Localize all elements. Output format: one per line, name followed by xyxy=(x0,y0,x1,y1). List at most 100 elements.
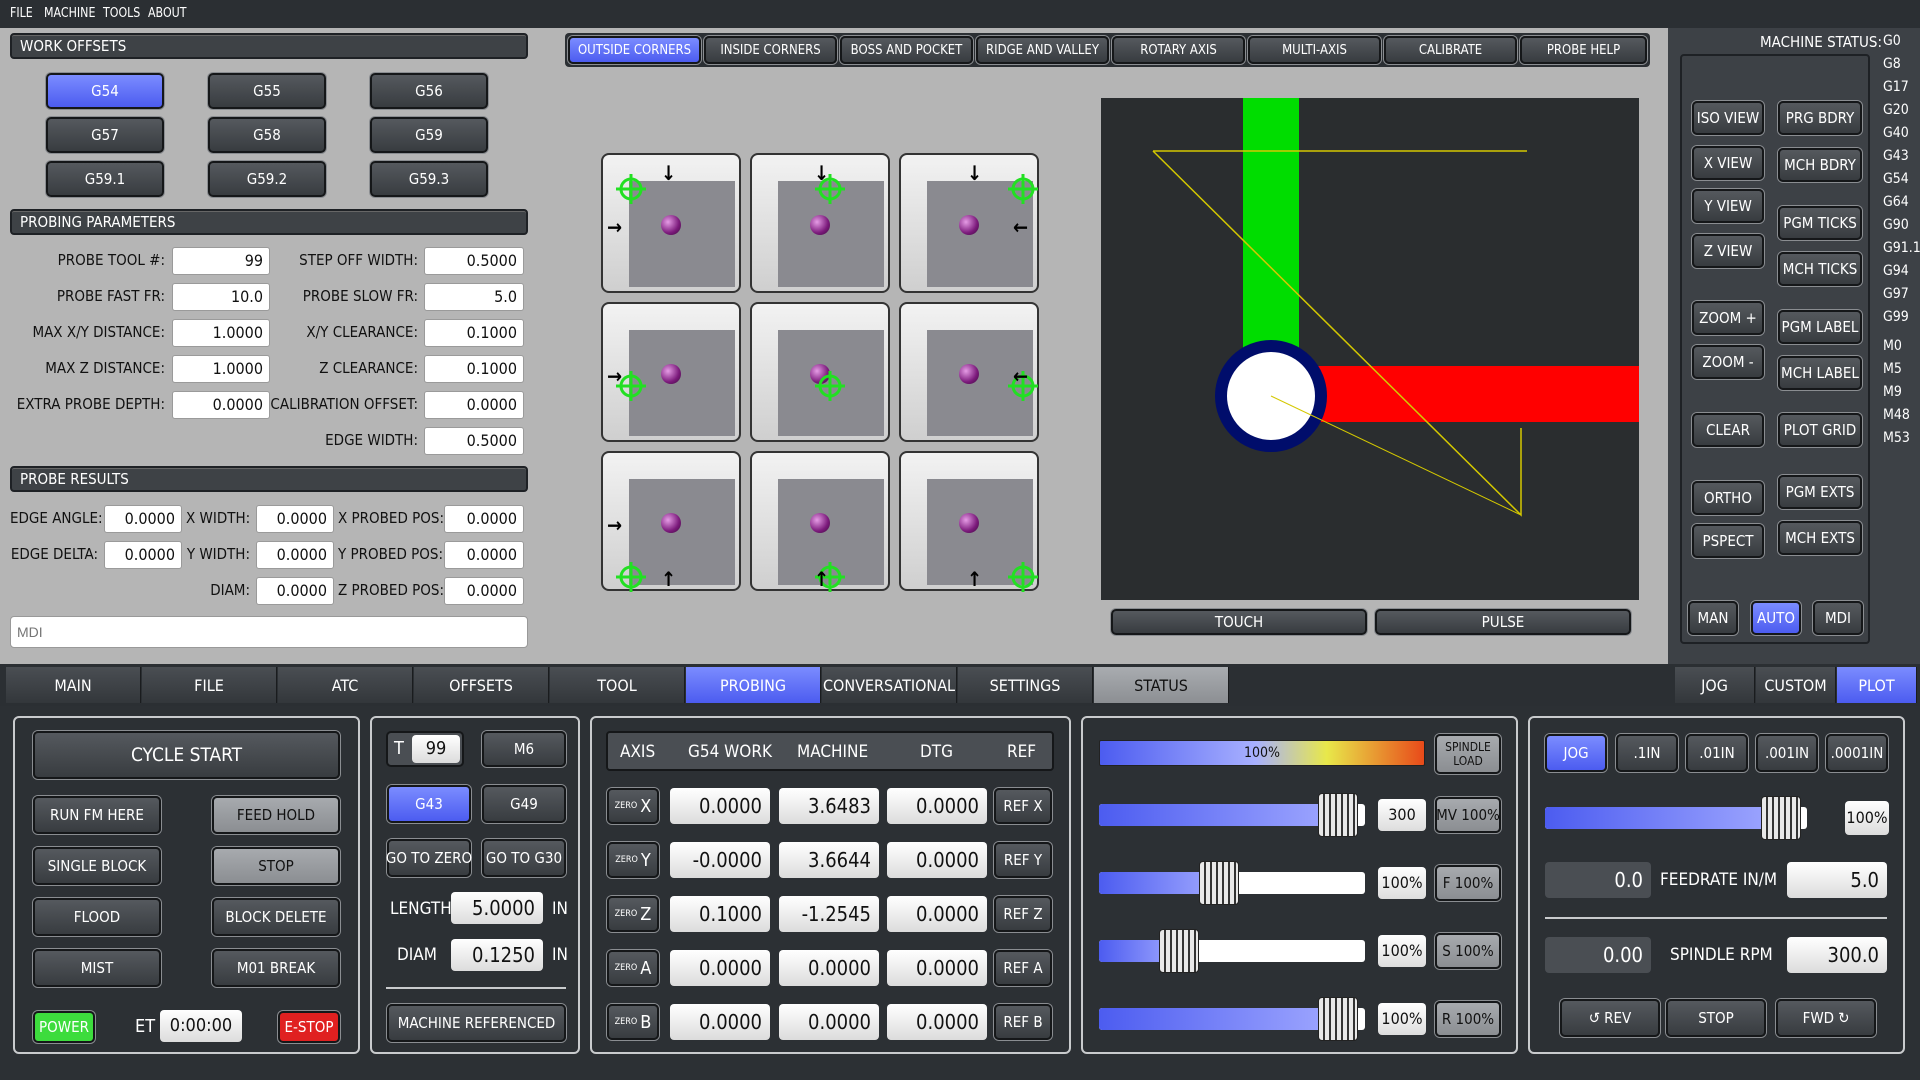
mdi-input[interactable] xyxy=(10,616,528,648)
g59-button[interactable]: G59 xyxy=(370,117,488,153)
zoom-out-button[interactable]: ZOOM - xyxy=(1692,345,1764,379)
work-z-field[interactable]: 0.1000 xyxy=(670,896,770,932)
cycle-start-button[interactable]: CYCLE START xyxy=(33,731,340,779)
auto-mode-button[interactable]: AUTO xyxy=(1751,601,1801,635)
jog-speed-handle[interactable] xyxy=(1760,796,1801,840)
ortho-button[interactable]: ORTHO xyxy=(1692,481,1764,515)
probe-corner-button-3[interactable]: ↓ ← xyxy=(899,153,1039,293)
step-off-field[interactable]: 0.5000 xyxy=(424,247,524,275)
zero-x-button[interactable]: ZERO X xyxy=(607,788,659,824)
tab-outside-corners[interactable]: OUTSIDE CORNERS xyxy=(568,36,701,64)
tab-boss-and-pocket[interactable]: BOSS AND POCKET xyxy=(840,36,973,64)
single-block-button[interactable]: SINGLE BLOCK xyxy=(33,847,161,885)
ref-x-button[interactable]: REF X xyxy=(994,788,1052,824)
mch-ticks-button[interactable]: MCH TICKS xyxy=(1778,252,1862,286)
pgm-label-button[interactable]: PGM LABEL xyxy=(1778,310,1862,344)
extra-depth-field[interactable]: 0.0000 xyxy=(172,391,270,419)
probe-corner-button-9[interactable]: ↑ xyxy=(899,451,1039,592)
mdi-mode-button[interactable]: MDI xyxy=(1813,601,1863,635)
tab-atc[interactable]: ATC xyxy=(278,667,413,703)
jog-inc-0-1-button[interactable]: .1IN xyxy=(1616,734,1678,772)
tab-conversational[interactable]: CONVERSATIONAL xyxy=(822,667,957,703)
feed-hold-button[interactable]: FEED HOLD xyxy=(212,796,340,834)
work-x-field[interactable]: 0.0000 xyxy=(670,788,770,824)
feed-override-handle[interactable] xyxy=(1198,861,1239,905)
slow-fr-field[interactable]: 5.0 xyxy=(424,283,524,311)
tab-multi-axis[interactable]: MULTI-AXIS xyxy=(1248,36,1381,64)
block-delete-button[interactable]: BLOCK DELETE xyxy=(212,898,340,936)
rpm-set-field[interactable]: 300.0 xyxy=(1787,937,1887,973)
go-to-g30-button[interactable]: GO TO G30 xyxy=(482,839,566,877)
m01-break-button[interactable]: M01 BREAK xyxy=(212,949,340,987)
tool-number-field[interactable]: 99 xyxy=(412,735,460,763)
probe-corner-button-4[interactable]: → xyxy=(601,302,741,442)
power-button[interactable]: POWER xyxy=(33,1011,95,1043)
menu-tools[interactable]: TOOLS xyxy=(103,6,140,21)
touch-button[interactable]: TOUCH xyxy=(1111,609,1367,635)
work-a-field[interactable]: 0.0000 xyxy=(670,950,770,986)
tab-probing[interactable]: PROBING xyxy=(686,667,821,703)
menu-file[interactable]: FILE xyxy=(10,6,33,21)
pspect-button[interactable]: PSPECT xyxy=(1692,524,1764,558)
feed-set-field[interactable]: 5.0 xyxy=(1787,862,1887,898)
zero-a-button[interactable]: ZERO A xyxy=(607,950,659,986)
mv-override-handle[interactable] xyxy=(1318,793,1359,837)
g56-button[interactable]: G56 xyxy=(370,73,488,109)
g59-3-button[interactable]: G59.3 xyxy=(370,161,488,197)
machine-referenced-button[interactable]: MACHINE REFERENCED xyxy=(387,1004,566,1042)
m6-button[interactable]: M6 xyxy=(482,731,566,767)
probe-corner-button-8[interactable]: ↑ xyxy=(750,451,890,592)
spindle-stop-button[interactable]: STOP xyxy=(1666,999,1766,1037)
work-b-field[interactable]: 0.0000 xyxy=(670,1004,770,1040)
probe-corner-button-2[interactable]: ↓ xyxy=(750,153,890,293)
xy-clearance-field[interactable]: 0.1000 xyxy=(424,319,524,347)
feed-override-reset-button[interactable]: F 100% xyxy=(1435,865,1501,901)
zoom-in-button[interactable]: ZOOM + xyxy=(1692,301,1764,335)
probe-corner-button-5[interactable] xyxy=(750,302,890,442)
pgm-exts-button[interactable]: PGM EXTS xyxy=(1778,475,1862,509)
pulse-button[interactable]: PULSE xyxy=(1375,609,1631,635)
jog-inc-0-01-button[interactable]: .01IN xyxy=(1686,734,1748,772)
calibration-offset-field[interactable]: 0.0000 xyxy=(424,391,524,419)
g49-button[interactable]: G49 xyxy=(482,785,566,823)
max-z-field[interactable]: 1.0000 xyxy=(172,355,270,383)
menu-machine[interactable]: MACHINE xyxy=(44,6,95,21)
tab-file[interactable]: FILE xyxy=(142,667,277,703)
jog-inc-0-0001-button[interactable]: .0001IN xyxy=(1826,734,1888,772)
rapid-override-reset-button[interactable]: R 100% xyxy=(1435,1001,1501,1037)
ref-z-button[interactable]: REF Z xyxy=(994,896,1052,932)
z-view-button[interactable]: Z VIEW xyxy=(1692,234,1764,268)
clear-button[interactable]: CLEAR xyxy=(1692,413,1764,447)
tab-plot[interactable]: PLOT xyxy=(1837,667,1917,703)
tab-inside-corners[interactable]: INSIDE CORNERS xyxy=(704,36,837,64)
spindle-override-handle[interactable] xyxy=(1158,929,1199,973)
ref-b-button[interactable]: REF B xyxy=(994,1004,1052,1040)
tab-tool[interactable]: TOOL xyxy=(550,667,685,703)
max-xy-field[interactable]: 1.0000 xyxy=(172,319,270,347)
mch-exts-button[interactable]: MCH EXTS xyxy=(1778,521,1862,555)
rapid-override-handle[interactable] xyxy=(1318,997,1359,1041)
jog-inc-0-001-button[interactable]: .001IN xyxy=(1756,734,1818,772)
iso-view-button[interactable]: ISO VIEW xyxy=(1692,101,1764,135)
spindle-fwd-button[interactable]: FWD ↻ xyxy=(1776,999,1876,1037)
x-view-button[interactable]: X VIEW xyxy=(1692,146,1764,180)
fast-fr-field[interactable]: 10.0 xyxy=(172,283,270,311)
g58-button[interactable]: G58 xyxy=(208,117,326,153)
edge-width-field[interactable]: 0.5000 xyxy=(424,427,524,455)
tab-jog[interactable]: JOG xyxy=(1675,667,1755,703)
zero-b-button[interactable]: ZERO B xyxy=(607,1004,659,1040)
stop-button[interactable]: STOP xyxy=(212,847,340,885)
flood-button[interactable]: FLOOD xyxy=(33,898,161,936)
g55-button[interactable]: G55 xyxy=(208,73,326,109)
run-fm-here-button[interactable]: RUN FM HERE xyxy=(33,796,161,834)
tab-offsets[interactable]: OFFSETS xyxy=(414,667,549,703)
tab-custom[interactable]: CUSTOM xyxy=(1756,667,1836,703)
g54-button[interactable]: G54 xyxy=(46,73,164,109)
ref-y-button[interactable]: REF Y xyxy=(994,842,1052,878)
tab-probe-help[interactable]: PROBE HELP xyxy=(1520,36,1647,64)
g57-button[interactable]: G57 xyxy=(46,117,164,153)
tab-rotary-axis[interactable]: ROTARY AXIS xyxy=(1112,36,1245,64)
mist-button[interactable]: MIST xyxy=(33,949,161,987)
tab-ridge-and-valley[interactable]: RIDGE AND VALLEY xyxy=(976,36,1109,64)
zero-y-button[interactable]: ZERO Y xyxy=(607,842,659,878)
